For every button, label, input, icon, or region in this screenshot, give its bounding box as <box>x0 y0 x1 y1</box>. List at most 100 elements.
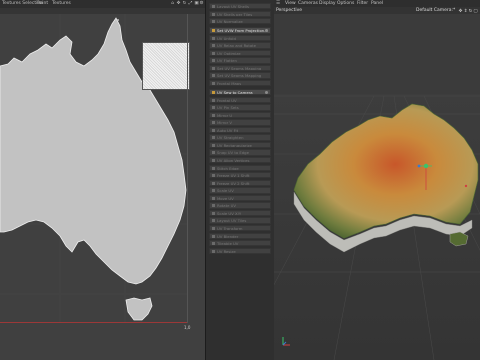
tool-icon <box>212 234 215 238</box>
tool-item-label: Set UVW From Projection... <box>217 28 268 34</box>
tool-item[interactable]: Freeze UV 2 Shift <box>209 179 271 187</box>
tool-item-label: Scale UV X/Y <box>217 210 242 216</box>
viewport-camera-label[interactable]: Default Camera:* <box>416 8 455 13</box>
tool-item[interactable]: Rotate UV <box>209 202 271 209</box>
tool-item[interactable]: Mirror U <box>209 111 271 119</box>
tool-icon <box>212 151 215 155</box>
tool-icon <box>212 66 215 70</box>
tool-item-label: Scale UV <box>217 188 234 194</box>
tool-icon <box>212 204 215 208</box>
tool-icon <box>212 12 215 16</box>
tool-icon <box>212 181 215 185</box>
tool-item[interactable]: UV Shells per Tiles <box>209 10 271 17</box>
tasmania-uv <box>125 297 153 321</box>
uv-menu-textures[interactable]: Textures <box>52 1 71 6</box>
texture-preview-image <box>143 43 189 89</box>
uv-editor-panel: Textures Selection Paint Textures ⌂ ✥ ↻ … <box>0 0 205 360</box>
viewport-menu-filter[interactable]: Filter <box>357 1 368 6</box>
tool-icon <box>212 249 215 253</box>
tool-item[interactable]: UV Sew to Camera <box>209 89 271 96</box>
viewport-3d-scene[interactable] <box>274 14 480 360</box>
tool-item-label: Auto UV Fit <box>217 127 239 133</box>
tool-icon <box>212 74 215 78</box>
tool-icon <box>212 59 215 63</box>
viewport-menu-display[interactable]: Display <box>319 1 336 6</box>
tool-item[interactable]: UV Relax and Rotate <box>209 42 271 49</box>
tool-icon <box>212 91 215 95</box>
tool-item[interactable]: Tileable UV <box>209 240 271 247</box>
tool-item[interactable]: Frontal UV <box>209 96 271 103</box>
tool-item[interactable]: Layout UV Shells <box>209 3 271 10</box>
tool-item[interactable]: UV Straighten <box>209 134 271 141</box>
tool-item-label: Frontal UV <box>217 97 237 103</box>
tool-icon <box>212 211 215 215</box>
viewport-menu-cameras[interactable]: Cameras <box>298 1 318 6</box>
tool-item[interactable]: Scale UV <box>209 187 271 194</box>
tool-item[interactable]: UV Flatten <box>209 57 271 64</box>
tool-item[interactable]: Frontal Maps <box>209 80 271 87</box>
scale-icon[interactable]: ⤢ <box>188 1 193 6</box>
tool-icon <box>212 51 215 55</box>
tool-item[interactable]: UV Optimize <box>209 49 271 57</box>
move-icon[interactable]: ✥ <box>176 1 181 6</box>
uv-menu-paint[interactable]: Paint <box>37 1 48 6</box>
tool-item-label: UV Resize <box>217 248 236 254</box>
uv-tool-list-panel: Layout UV Shells UV Shells per Tiles UV No… <box>205 0 275 360</box>
settings-icon[interactable]: ⚙ <box>199 1 204 6</box>
tool-item[interactable]: Layout UV Tiles <box>209 217 271 224</box>
tool-icon <box>212 189 215 193</box>
tool-item-label: Rotate UV <box>217 203 237 209</box>
tool-item[interactable]: Set UV Seams Mapping <box>209 72 271 79</box>
viewport-menu-panel[interactable]: Panel <box>371 1 383 6</box>
tool-item[interactable]: UV Normalize <box>209 18 271 25</box>
tool-item[interactable]: Freeze UV 1 Shift <box>209 172 271 179</box>
tool-item[interactable]: UV Blender <box>209 232 271 239</box>
texture-preview-thumbnail[interactable] <box>142 42 190 90</box>
viewport-menu-bar: ☰ View Cameras Display Options Filter Pa… <box>274 0 480 7</box>
viewport-panel-icon[interactable]: ☰ <box>276 1 280 6</box>
tool-item-label: Mirror V <box>217 120 232 126</box>
tool-item[interactable]: UV Resize <box>209 247 271 254</box>
tool-item[interactable]: Scale UV X/Y <box>209 209 271 217</box>
tool-item-label: UV Flatten <box>217 58 237 64</box>
tool-item-label: UV Normalize <box>217 19 243 25</box>
tool-item-label: Mirror U <box>217 112 233 118</box>
tool-item[interactable]: Stitch Edge <box>209 164 271 171</box>
tool-item-label: UV Rectangularize <box>217 142 252 148</box>
tool-item[interactable]: Set UVW From Projection... <box>209 27 271 34</box>
tool-item-label: Freeze UV 1 Shift <box>217 173 250 179</box>
tool-item[interactable]: UV Unfold <box>209 34 271 42</box>
tool-item[interactable]: UV Transform <box>209 224 271 232</box>
tool-item-label: Layout UV Shells <box>217 4 249 9</box>
tool-icon <box>212 5 215 8</box>
tool-icon <box>212 82 215 85</box>
tool-item[interactable]: Move UV <box>209 194 271 202</box>
tool-item-label: Set UV Seams Mapping <box>217 65 262 71</box>
tool-item[interactable]: Mirror V <box>209 119 271 126</box>
tool-icon <box>212 29 215 33</box>
viewport-title: Perspective <box>276 8 303 13</box>
home-icon[interactable]: ⌂ <box>170 1 175 6</box>
tool-icon <box>212 20 215 24</box>
tool-item[interactable]: UV Align Vertices <box>209 157 271 164</box>
tool-icon <box>212 121 215 125</box>
tool-item-label: UV Optimize <box>217 50 241 56</box>
tool-icon <box>212 219 215 223</box>
options-dot-icon[interactable] <box>265 91 268 95</box>
tool-item[interactable]: Auto UV Fit <box>209 126 271 134</box>
tool-item[interactable]: Set UV Seams Mapping <box>209 64 271 72</box>
uv-bound-line-vertical <box>187 14 188 323</box>
tool-item[interactable]: UV Rectangularize <box>209 141 271 149</box>
tool-item[interactable]: Snap UV to Edge <box>209 149 271 156</box>
viewport-menu-options[interactable]: Options <box>337 1 354 6</box>
tool-item-label: Frontal Maps <box>217 81 242 86</box>
tool-item-label: Move UV <box>217 195 234 201</box>
viewport-sky <box>274 14 480 94</box>
tool-icon <box>212 36 215 40</box>
rotate-icon[interactable]: ↻ <box>182 1 187 6</box>
tool-icon <box>212 113 215 117</box>
tool-item-label: UV Blender <box>217 233 239 239</box>
tool-item[interactable]: UV Pin Sets <box>209 104 271 111</box>
uv-bound-line <box>0 322 187 323</box>
viewport-menu-view[interactable]: View <box>285 1 296 6</box>
